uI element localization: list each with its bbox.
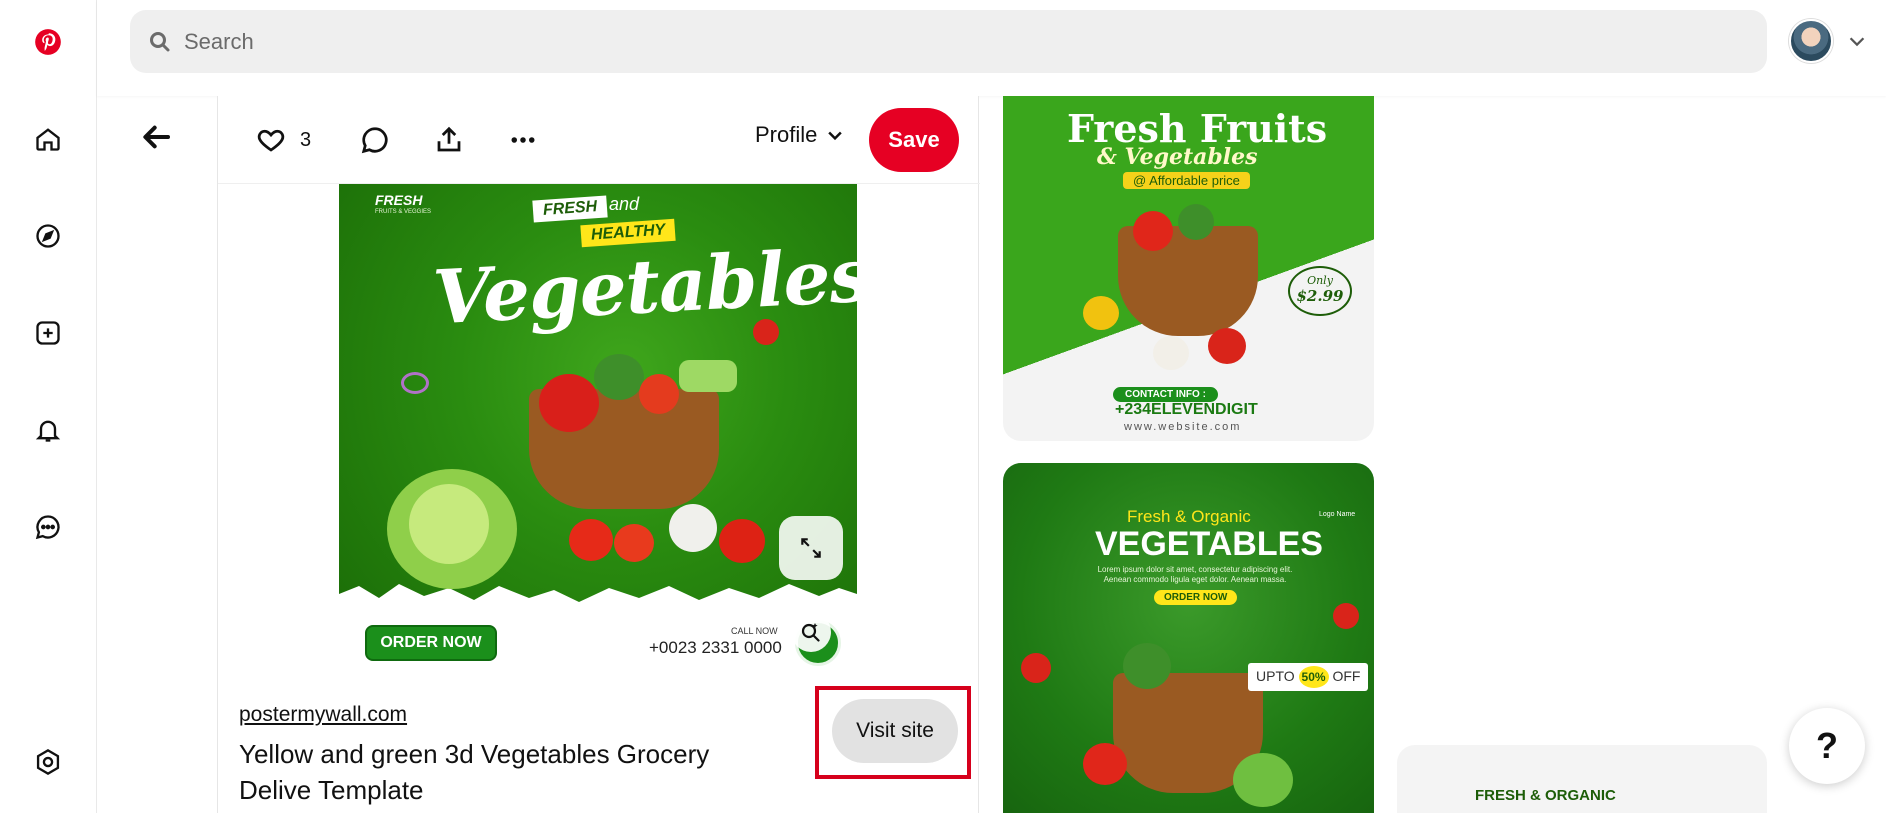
settings-icon[interactable]: [28, 742, 68, 782]
avatar[interactable]: [1789, 19, 1833, 63]
image-order-now: ORDER NOW: [365, 625, 497, 661]
celery-shape: [679, 360, 737, 392]
discount-upto: UPTO: [1256, 668, 1295, 684]
back-arrow-icon: [143, 125, 170, 149]
floating-tomato-shape-2: [1333, 603, 1359, 629]
price-badge: Only $2.99: [1288, 266, 1352, 316]
image-brand-text: FRESH: [375, 192, 423, 208]
pepper-shape: [1133, 211, 1173, 251]
card-tagline: @ Affordable price: [1123, 172, 1250, 189]
tomato-shape: [639, 374, 679, 414]
visual-search-icon: [801, 623, 820, 642]
onion-ring-shape: [401, 372, 429, 394]
contact-phone: +234ELEVENDIGIT: [1115, 401, 1258, 418]
search-input[interactable]: [184, 28, 1684, 55]
comment-button[interactable]: [353, 118, 397, 162]
broccoli-shape: [594, 354, 644, 400]
back-button[interactable]: [135, 116, 177, 158]
image-call-now: CALL NOW: [731, 626, 778, 636]
expand-arrows-icon: [801, 538, 821, 558]
feed-pin-card-3[interactable]: FRESH & ORGANIC: [1397, 745, 1767, 813]
explore-compass-icon[interactable]: [28, 216, 68, 256]
image-tag-and: and: [609, 194, 640, 214]
like-count: 3: [300, 128, 312, 151]
tomato-shape: [1208, 328, 1246, 364]
pin-image[interactable]: FRESH FRUITS & VEGGIES FRESH and HEALTHY…: [339, 184, 857, 764]
pinterest-logo-icon[interactable]: [28, 22, 68, 62]
expand-image-button[interactable]: [779, 516, 843, 580]
tomato-shape-3: [614, 524, 654, 562]
feed-pin-card[interactable]: Fresh Fruits & Vegetables @ Affordable p…: [1003, 96, 1374, 441]
comment-bubble-icon: [361, 127, 388, 154]
create-plus-icon[interactable]: [28, 313, 68, 353]
tomato-shape-2: [569, 519, 613, 561]
image-phone-number: +0023 2331 0000: [649, 638, 782, 657]
highlight-box: [815, 686, 971, 779]
more-options-button[interactable]: [501, 118, 545, 162]
account-chevron-down-icon[interactable]: [1846, 30, 1868, 52]
top-bar: [97, 0, 1886, 96]
chevron-down-icon: [828, 131, 843, 141]
home-icon[interactable]: [28, 119, 68, 159]
pin-action-bar: 3 Profile Save: [218, 96, 980, 184]
feed-pin-card-2[interactable]: Logo Name Fresh & Organic VEGETABLES Lor…: [1003, 463, 1374, 813]
pin-title: Yellow and green 3d Vegetables Grocery D…: [239, 739, 710, 805]
save-button[interactable]: Save: [869, 108, 959, 172]
share-button[interactable]: [427, 118, 471, 162]
heart-icon: [257, 129, 285, 152]
ellipsis-icon: [511, 137, 535, 143]
visual-search-button[interactable]: [791, 612, 831, 652]
card-subtitle: & Vegetables: [1097, 144, 1258, 170]
floating-tomato-shape: [753, 319, 779, 345]
tomato-shape: [1083, 743, 1127, 785]
search-icon: [150, 31, 170, 51]
pepper-shape: [539, 374, 599, 432]
notifications-bell-icon[interactable]: [28, 410, 68, 450]
floating-tomato-shape: [1021, 653, 1051, 683]
image-brand-subtext: FRUITS & VEGGIES: [375, 209, 432, 215]
yellow-pepper-shape: [1083, 296, 1119, 330]
pin-source-link[interactable]: postermywall.com: [239, 703, 407, 727]
discount-percent: 50%: [1298, 666, 1329, 688]
onion-shape: [1153, 336, 1189, 370]
like-button[interactable]: 3: [256, 118, 311, 162]
logo-name-text: Logo Name: [1319, 511, 1356, 518]
board-select-label: Profile: [755, 122, 818, 147]
card-lorem-text: Lorem ipsum dolor sit amet, consectetur …: [1097, 565, 1293, 584]
price-only-label: Only: [1307, 274, 1333, 287]
messages-icon[interactable]: [28, 507, 68, 547]
cabbage-shape: [1233, 753, 1293, 807]
card-title: FRESH & ORGANIC: [1475, 787, 1616, 804]
garlic-shape: [669, 504, 717, 552]
discount-off: OFF: [1332, 668, 1361, 684]
card-headline: VEGETABLES: [1095, 525, 1323, 563]
discount-badge: UPTO 50% OFF: [1248, 663, 1369, 691]
board-select-dropdown[interactable]: Profile: [755, 122, 845, 148]
broccoli-shape: [1123, 643, 1171, 689]
broccoli-shape: [1178, 204, 1214, 240]
share-upload-icon: [437, 126, 461, 152]
card-kicker: Fresh & Organic: [1127, 507, 1251, 526]
left-nav-rail: [0, 0, 97, 813]
card-order-now: ORDER NOW: [1154, 590, 1238, 605]
price-value: $2.99: [1296, 287, 1344, 305]
search-bar[interactable]: [130, 10, 1767, 73]
tomato-shape-4: [719, 519, 765, 563]
cabbage-heart-shape: [409, 484, 489, 564]
contact-info-label: CONTACT INFO :: [1113, 387, 1218, 402]
help-button[interactable]: ?: [1789, 708, 1865, 784]
card-website: www.website.com: [1124, 421, 1242, 433]
